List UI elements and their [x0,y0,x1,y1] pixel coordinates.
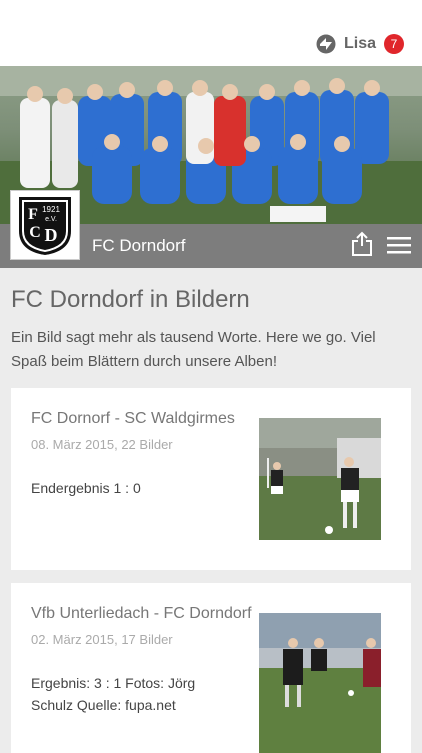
svg-text:C: C [29,224,41,241]
svg-text:F: F [28,206,38,223]
club-crest-icon: 1921 e.V. F C D [19,197,71,255]
page-title: FC Dorndorf in Bildern [11,286,250,313]
page-intro: Ein Bild sagt mehr als tausend Worte. He… [11,329,376,370]
notification-badge[interactable]: 7 [384,34,404,54]
album-meta: 02. März 2015, 17 Bilder [31,632,173,647]
svg-text:D: D [45,225,58,245]
user-name: Lisa [343,35,376,52]
top-bar: Lisa 7 [0,0,422,66]
share-icon[interactable] [351,231,373,257]
svg-text:1921: 1921 [42,205,60,214]
album-thumbnail[interactable] [259,418,381,540]
album-title[interactable]: FC Dornorf - SC Waldgirmes [31,410,235,428]
album-description: Ergebnis: 3 : 1 Fotos: Jörg Schulz Quell… [31,675,196,713]
album-card[interactable]: FC Dornorf - SC Waldgirmes 08. März 2015… [11,388,411,570]
svg-text:e.V.: e.V. [45,216,57,223]
album-meta: 08. März 2015, 22 Bilder [31,437,173,452]
album-description: Endergebnis 1 : 0 [31,480,141,496]
album-title[interactable]: Vfb Unterliedach - FC Dorndorf [31,605,252,623]
user-account[interactable]: Lisa 7 [316,32,404,56]
sync-icon [316,34,336,54]
club-name: FC Dorndorf [92,236,186,255]
album-thumbnail[interactable] [259,613,381,753]
album-card[interactable]: Vfb Unterliedach - FC Dorndorf 02. März … [11,583,411,753]
club-logo: 1921 e.V. F C D [10,190,80,260]
hamburger-menu-icon[interactable] [387,235,411,255]
